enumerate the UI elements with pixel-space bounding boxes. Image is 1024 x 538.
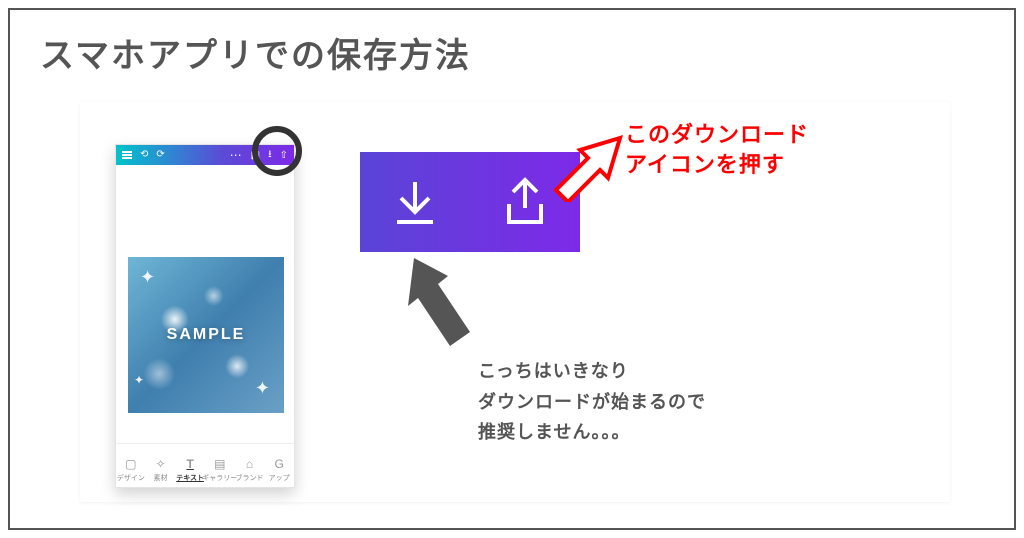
phone-topbar: ⟲ ⟳ ⋯ ◧ ⭳ ⇧ [116, 145, 294, 165]
undo-icon[interactable]: ⟲ [140, 150, 148, 160]
content-card: ⟲ ⟳ ⋯ ◧ ⭳ ⇧ ✦ ✦ ✦ SAMPLE ▢デザイン ✧素材 Tテ [80, 102, 950, 502]
grey-annotation-line2: ダウンロードが始まるので [478, 387, 706, 418]
tab-brand[interactable]: ⌂ブランド [235, 457, 263, 483]
instruction-frame: スマホアプリでの保存方法 ⟲ ⟳ ⋯ ◧ ⭳ ⇧ ✦ ✦ ✦ [8, 8, 1016, 530]
grey-annotation-line1: こっちはいきなり [478, 356, 706, 387]
phone-bottom-nav: ▢デザイン ✧素材 Tテキスト ▤ギャラリー ⌂ブランド Gアップ [116, 443, 294, 487]
hamburger-icon[interactable] [122, 150, 132, 160]
red-annotation: このダウンロード アイコンを押す [625, 120, 809, 179]
share-mini-icon[interactable]: ⇧ [280, 150, 288, 161]
palette-icon[interactable]: ◧ [251, 150, 260, 161]
sample-label: SAMPLE [167, 326, 246, 344]
download-icon[interactable] [385, 172, 445, 232]
red-annotation-line2: アイコンを押す [625, 150, 809, 180]
sparkle-icon: ✦ [255, 378, 270, 399]
tab-text[interactable]: Tテキスト [176, 457, 204, 483]
redo-icon[interactable]: ⟳ [156, 150, 164, 160]
tab-gallery[interactable]: ▤ギャラリー [206, 457, 234, 483]
canvas-preview: ✦ ✦ ✦ SAMPLE [128, 257, 284, 413]
red-annotation-line1: このダウンロード [625, 120, 809, 150]
sparkle-icon: ✦ [134, 373, 144, 387]
grey-annotation-line3: 推奨しません。。。 [478, 417, 706, 448]
sparkle-icon: ✦ [140, 267, 155, 288]
tab-design[interactable]: ▢デザイン [117, 457, 145, 483]
grey-annotation: こっちはいきなり ダウンロードが始まるので 推奨しません。。。 [478, 356, 706, 448]
download-mini-icon[interactable]: ⭳ [268, 147, 272, 164]
grey-arrow-icon [400, 252, 480, 362]
page-title: スマホアプリでの保存方法 [40, 28, 471, 77]
share-icon[interactable] [495, 172, 555, 232]
tab-upload[interactable]: Gアップ [265, 457, 293, 483]
more-icon[interactable]: ⋯ [230, 149, 243, 161]
tab-elements[interactable]: ✧素材 [146, 457, 174, 483]
zoomed-icon-panel [360, 152, 580, 252]
phone-screenshot: ⟲ ⟳ ⋯ ◧ ⭳ ⇧ ✦ ✦ ✦ SAMPLE ▢デザイン ✧素材 Tテ [115, 144, 295, 488]
